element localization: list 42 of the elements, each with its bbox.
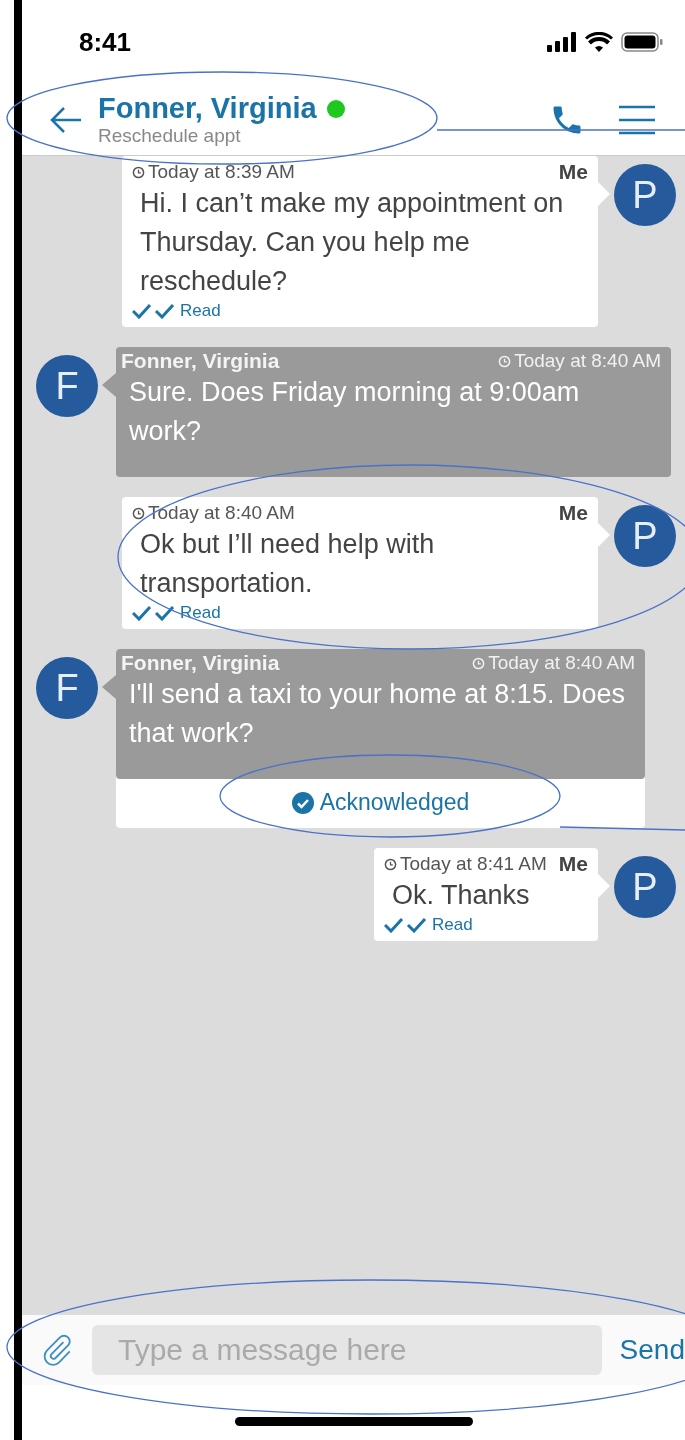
conversation-subject: Reschedule appt [98,125,242,147]
message-input[interactable]: Type a message here [92,1325,602,1375]
check-circle-icon [291,791,314,814]
clock-icon [132,506,145,520]
contact-name: Fonner, Virginia [98,92,317,125]
menu-icon[interactable] [619,104,655,135]
sender-name: Me [558,852,588,876]
message-text: Ok. Thanks [391,879,531,912]
wifi-icon [585,32,613,52]
clock-icon [384,857,397,871]
read-receipt: Read [432,915,473,935]
read-receipt: Read [180,301,221,321]
avatar: F [36,355,98,417]
send-button[interactable]: Send [619,1334,685,1366]
double-check-icon [132,605,176,621]
sender-name: Me [558,160,588,184]
clock-icon [472,656,486,670]
double-check-icon [132,303,176,319]
back-icon[interactable] [50,105,82,134]
acknowledged-status: Acknowledged [291,789,470,816]
double-check-icon [384,917,428,933]
avatar: F [36,657,98,719]
avatar: P [614,164,676,226]
clock-icon [132,165,145,179]
message-text: Hi. I can’t make my appointment on Thursday. Can you help me reschedule? [139,187,565,298]
sender-name: Fonner, Virginia [121,349,280,373]
message-text: Ok but I’ll need help with transportation. [139,528,436,600]
message-time: Today at 8:40 AM [498,350,661,372]
sender-name: Me [558,501,588,525]
clock-icon [498,354,512,368]
message-time: Today at 8:39 AM [132,161,295,183]
avatar: P [614,856,676,918]
message-time: Today at 8:40 AM [472,652,635,674]
signal-icon [547,32,577,52]
sender-name: Fonner, Virginia [121,651,280,675]
status-time: 8:41 [79,26,132,58]
read-receipt: Read [180,603,221,623]
battery-icon [621,32,663,52]
message-text: Sure. Does Friday morning at 9:00am work? [128,376,581,448]
message-text: I'll send a taxi to your home at 8:15. Does that work? [128,678,626,750]
avatar: P [614,505,676,567]
message-time: Today at 8:41 AM [384,853,547,875]
